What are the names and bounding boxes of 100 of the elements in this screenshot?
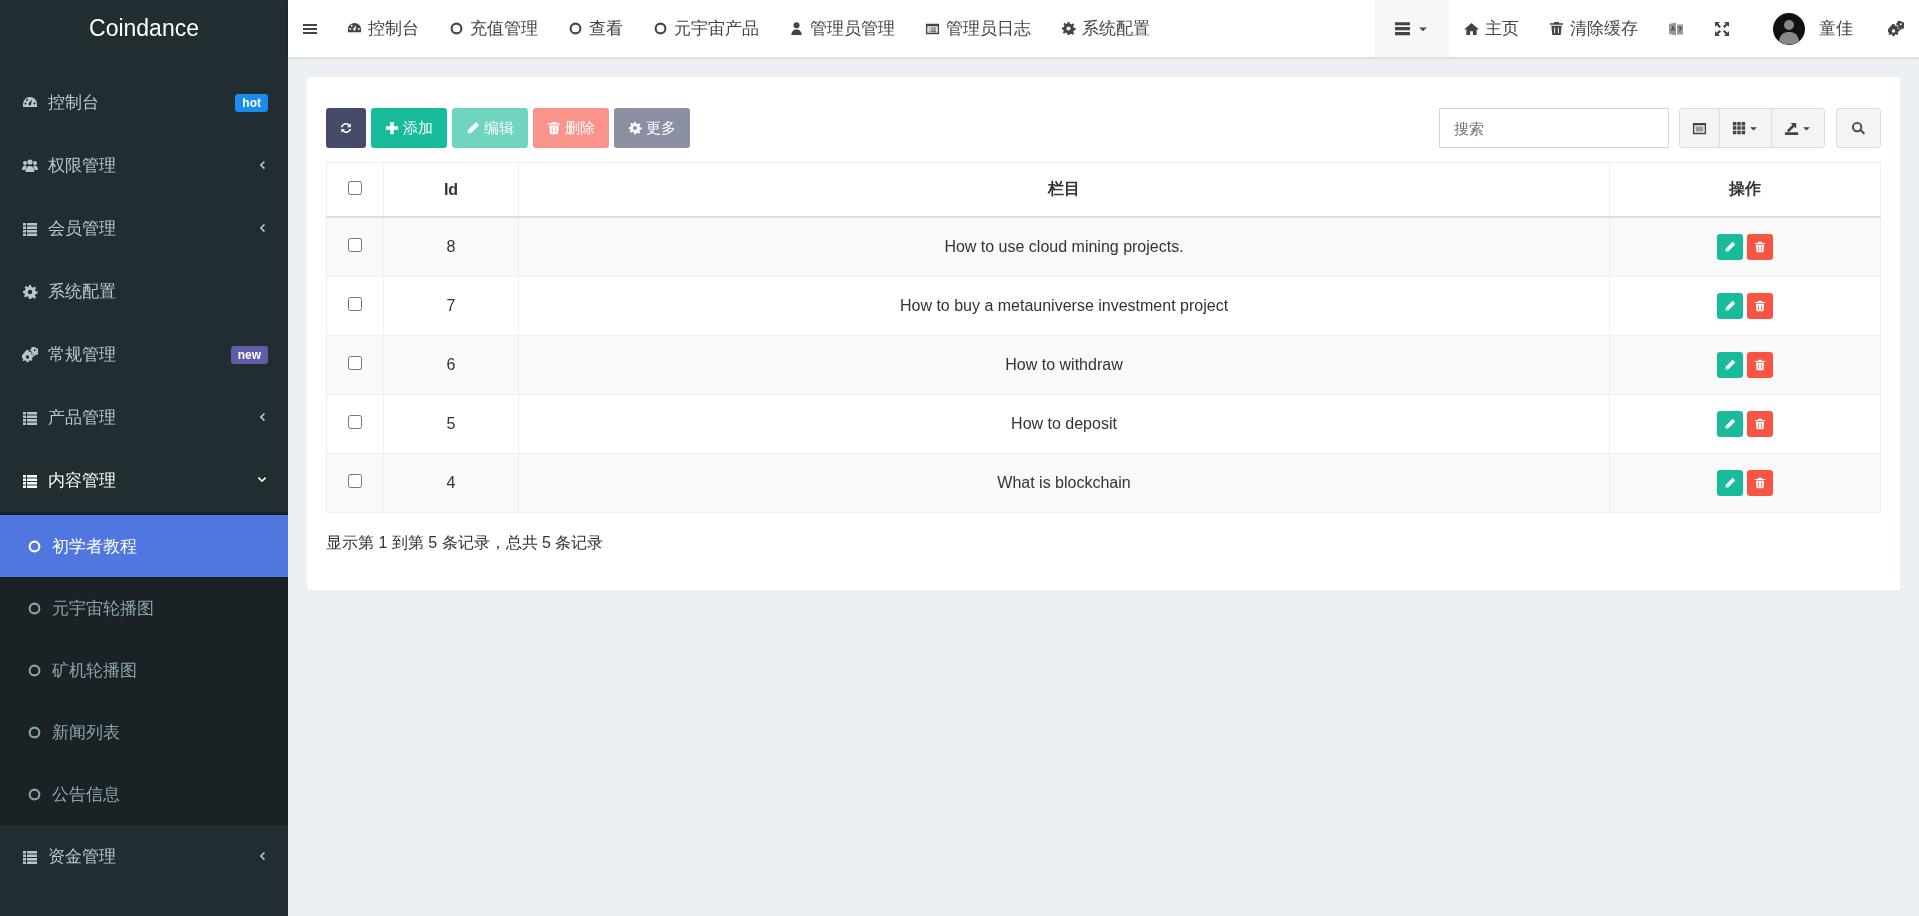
list-icon bbox=[925, 21, 940, 36]
delete-button[interactable] bbox=[1747, 470, 1773, 496]
badge: hot bbox=[235, 93, 268, 112]
pencil-icon bbox=[466, 121, 480, 135]
sidebar-item[interactable]: 常规管理 new bbox=[0, 323, 288, 386]
trash-icon bbox=[1754, 300, 1766, 312]
sidebar-item[interactable]: 内容管理 bbox=[0, 449, 288, 512]
row-checkbox[interactable] bbox=[348, 297, 362, 311]
table-icon bbox=[1692, 120, 1707, 136]
badge: new bbox=[230, 345, 268, 364]
edit-button[interactable] bbox=[1717, 234, 1743, 260]
edit-button[interactable] bbox=[1717, 411, 1743, 437]
user-icon bbox=[789, 21, 804, 36]
search-button[interactable] bbox=[1836, 108, 1881, 148]
avatar-icon[interactable] bbox=[1773, 12, 1805, 45]
edit-button[interactable] bbox=[1717, 352, 1743, 378]
users-icon bbox=[22, 157, 38, 174]
toggle-view-button[interactable] bbox=[1679, 108, 1720, 148]
trash-icon bbox=[1754, 359, 1766, 371]
grid-icon bbox=[1732, 121, 1746, 135]
select-all-checkbox[interactable] bbox=[348, 180, 362, 195]
trash-icon bbox=[1754, 477, 1766, 489]
table-cell: What is blockchain bbox=[518, 453, 1610, 513]
table-cell: 4 bbox=[383, 453, 519, 513]
export-button[interactable] bbox=[1771, 108, 1825, 148]
settings-icon bbox=[1061, 21, 1076, 36]
submenu-item[interactable]: 初学者教程 bbox=[0, 515, 288, 577]
delete-button[interactable] bbox=[1747, 293, 1773, 319]
refresh-icon bbox=[339, 121, 353, 135]
pencil-icon bbox=[1724, 300, 1736, 312]
submenu-item[interactable]: 元宇宙轮播图 bbox=[0, 577, 288, 639]
delete-button[interactable] bbox=[1747, 234, 1773, 260]
columns-button[interactable] bbox=[1719, 108, 1772, 148]
sidebar-item[interactable]: 控制台 hot bbox=[0, 71, 288, 134]
delete-button[interactable] bbox=[1747, 411, 1773, 437]
table-cell: How to use cloud mining projects. bbox=[518, 217, 1610, 277]
search-icon bbox=[1851, 120, 1866, 136]
trash-icon bbox=[1754, 241, 1766, 253]
pagination-info: 显示第 1 到第 5 条记录，总共 5 条记录 bbox=[326, 533, 605, 553]
sidebar-item[interactable]: 系统配置 bbox=[0, 260, 288, 323]
circle-icon bbox=[653, 21, 668, 36]
list-icon bbox=[22, 220, 38, 237]
nav-link[interactable]: 充值管理 bbox=[434, 0, 553, 57]
circle-icon bbox=[27, 724, 42, 740]
list-icon bbox=[22, 472, 38, 489]
menu-dropdown[interactable] bbox=[1374, 0, 1449, 57]
circle-icon bbox=[27, 786, 42, 802]
nav-link[interactable]: 元宇宙产品 bbox=[638, 0, 774, 57]
sidebar-item[interactable]: 资金管理 bbox=[0, 825, 288, 888]
row-checkbox[interactable] bbox=[348, 356, 362, 370]
edit-button[interactable] bbox=[1717, 293, 1743, 319]
trash-icon bbox=[547, 121, 561, 135]
home-icon bbox=[1464, 21, 1479, 36]
submenu-item[interactable]: 公告信息 bbox=[0, 763, 288, 825]
pencil-icon bbox=[1724, 418, 1736, 430]
nav-link[interactable]: 清除缓存 bbox=[1534, 0, 1653, 57]
nav-link[interactable]: 主页 bbox=[1449, 0, 1534, 57]
gears-icon bbox=[22, 346, 38, 363]
nav-link[interactable]: 系统配置 bbox=[1046, 0, 1165, 57]
table-cell: 6 bbox=[383, 335, 519, 395]
pencil-icon bbox=[1724, 359, 1736, 371]
nav-link[interactable]: 管理员日志 bbox=[910, 0, 1046, 57]
row-checkbox[interactable] bbox=[348, 415, 362, 429]
fullscreen-icon bbox=[1714, 20, 1730, 37]
circle-icon bbox=[27, 662, 42, 678]
row-checkbox[interactable] bbox=[348, 474, 362, 488]
circle-icon bbox=[27, 538, 42, 554]
nav-link[interactable]: 管理员管理 bbox=[774, 0, 910, 57]
delete-button[interactable] bbox=[1747, 352, 1773, 378]
search-field[interactable]: 搜索 bbox=[1439, 108, 1669, 148]
nav-link[interactable]: 控制台 bbox=[332, 0, 434, 57]
pencil-icon bbox=[1724, 241, 1736, 253]
table-cell: How to withdraw bbox=[518, 335, 1610, 395]
submenu-item[interactable]: 矿机轮播图 bbox=[0, 639, 288, 701]
list-icon bbox=[22, 848, 38, 865]
sidebar-item[interactable]: 会员管理 bbox=[0, 197, 288, 260]
circle-icon bbox=[27, 600, 42, 616]
brand-logo[interactable]: Coindance bbox=[0, 0, 288, 57]
row-checkbox[interactable] bbox=[348, 238, 362, 252]
refresh-button[interactable] bbox=[326, 108, 366, 148]
plus-icon bbox=[385, 121, 399, 135]
nav-link[interactable]: 查看 bbox=[553, 0, 638, 57]
user-name[interactable]: 童佳 bbox=[1819, 17, 1853, 40]
table-cell: 8 bbox=[383, 217, 519, 277]
export-icon bbox=[1784, 120, 1799, 136]
translate-icon bbox=[1668, 20, 1684, 37]
circle-icon bbox=[568, 21, 583, 36]
edit-button[interactable] bbox=[1717, 470, 1743, 496]
sidebar-item[interactable]: 权限管理 bbox=[0, 134, 288, 197]
list-icon bbox=[22, 409, 38, 426]
trash-icon bbox=[1754, 418, 1766, 430]
submenu-item[interactable]: 新闻列表 bbox=[0, 701, 288, 763]
sidebar-item[interactable]: 产品管理 bbox=[0, 386, 288, 449]
gears-icon bbox=[1888, 20, 1904, 37]
pencil-icon bbox=[1724, 477, 1736, 489]
circle-icon bbox=[449, 21, 464, 36]
menu-icon bbox=[1394, 20, 1411, 37]
trash-icon bbox=[1549, 21, 1564, 36]
settings-icon bbox=[628, 121, 642, 135]
settings-icon bbox=[22, 283, 38, 300]
